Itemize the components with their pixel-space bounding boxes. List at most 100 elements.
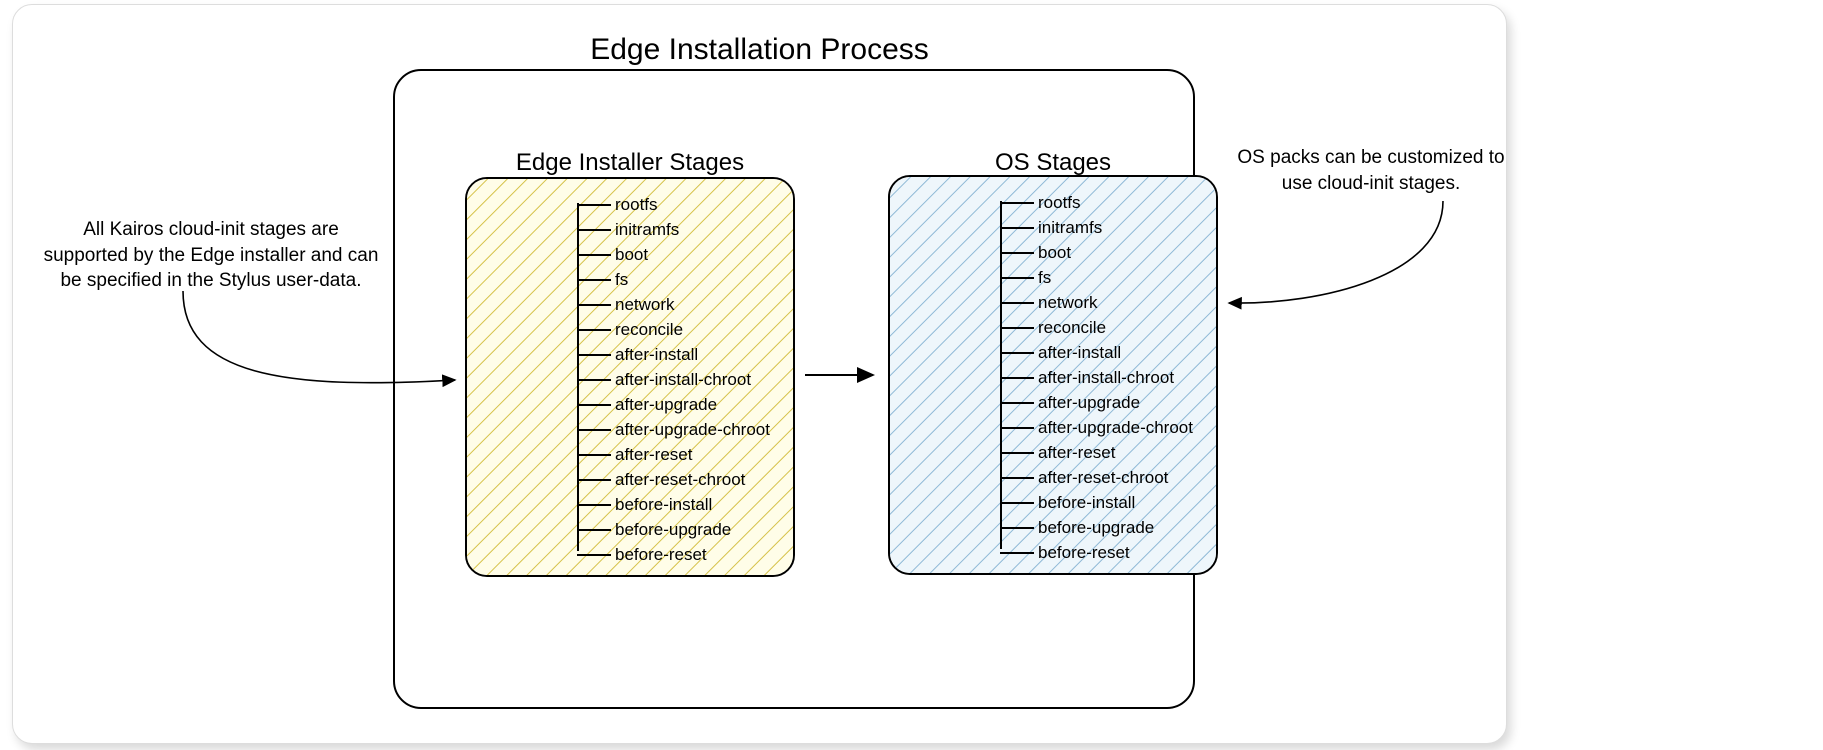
stage-label: after-install-chroot [615,370,751,390]
edge-installer-stages-box: rootfs initramfs boot fs network reconcile aft… [465,177,795,577]
stage-label: reconcile [615,320,683,340]
stage-label: initramfs [1038,218,1102,238]
left-annotation: All Kairos cloud-init stages are support… [41,217,381,294]
timeline-tick [577,504,611,506]
left-annotation-arrow-icon [163,285,473,415]
right-timeline: rootfsinitramfsbootfsnetworkreconcileaft… [1000,197,1218,553]
timeline-tick [1000,427,1034,429]
stage-label: fs [615,270,628,290]
stage-row: after-reset-chroot [1000,468,1218,488]
stage-label: initramfs [615,220,679,240]
timeline-tick [577,229,611,231]
timeline-tick [577,379,611,381]
stage-label: before-upgrade [1038,518,1154,538]
stage-row: before-install [1000,493,1218,513]
stage-row: network [1000,293,1218,313]
stage-label: before-upgrade [615,520,731,540]
stage-row: after-install-chroot [577,370,795,390]
stage-row: fs [1000,268,1218,288]
timeline-tick [577,529,611,531]
stage-row: after-reset-chroot [577,470,795,490]
stage-label: network [615,295,675,315]
timeline-tick [577,354,611,356]
stage-label: before-reset [1038,543,1130,563]
stage-label: after-reset [1038,443,1115,463]
timeline-tick [1000,352,1034,354]
stage-label: before-install [1038,493,1135,513]
stage-row: network [577,295,795,315]
stage-label: boot [1038,243,1071,263]
stage-row: before-upgrade [1000,518,1218,538]
stage-row: after-install-chroot [1000,368,1218,388]
stage-label: after-upgrade [1038,393,1140,413]
diagram-card: Edge Installation Process Edge Installer… [12,4,1507,744]
stage-row: after-upgrade-chroot [1000,418,1218,438]
stage-row: fs [577,270,795,290]
left-timeline: rootfsinitramfsbootfsnetworkreconcileaft… [577,199,795,555]
stage-label: after-install [615,345,698,365]
left-box-title: Edge Installer Stages [465,149,795,177]
timeline-tick [1000,302,1034,304]
timeline-tick [1000,277,1034,279]
stage-row: rootfs [1000,193,1218,213]
stage-label: rootfs [1038,193,1081,213]
stage-label: after-upgrade-chroot [1038,418,1193,438]
timeline-tick [577,429,611,431]
stage-label: after-reset-chroot [1038,468,1168,488]
stage-label: after-upgrade-chroot [615,420,770,440]
stage-row: after-upgrade [577,395,795,415]
stage-row: before-install [577,495,795,515]
timeline-tick [577,304,611,306]
arrow-between-boxes-icon [801,360,883,390]
stage-row: before-reset [577,545,795,565]
timeline-tick [1000,227,1034,229]
right-box-title: OS Stages [888,149,1218,177]
main-title: Edge Installation Process [13,33,1506,67]
stage-label: fs [1038,268,1051,288]
stage-row: before-reset [1000,543,1218,563]
stage-label: before-reset [615,545,707,565]
os-stages-box: rootfs initramfs boot fs network reconcile aft… [888,175,1218,575]
stage-row: boot [577,245,795,265]
stage-label: boot [615,245,648,265]
stage-row: after-install [577,345,795,365]
stage-label: before-install [615,495,712,515]
timeline-tick [577,329,611,331]
timeline-tick [1000,502,1034,504]
timeline-tick [577,279,611,281]
timeline-tick [577,454,611,456]
right-annotation: OS packs can be customized to use cloud-… [1231,145,1511,196]
timeline-tick [1000,452,1034,454]
stage-row: before-upgrade [577,520,795,540]
stage-label: reconcile [1038,318,1106,338]
timeline-tick [1000,202,1034,204]
stage-row: initramfs [1000,218,1218,238]
stage-row: reconcile [1000,318,1218,338]
stage-label: rootfs [615,195,658,215]
stage-row: rootfs [577,195,795,215]
stage-label: after-reset-chroot [615,470,745,490]
timeline-tick [577,554,611,556]
stage-row: after-reset [577,445,795,465]
stage-label: after-install [1038,343,1121,363]
timeline-tick [1000,327,1034,329]
timeline-tick [577,254,611,256]
stage-row: after-install [1000,343,1218,363]
stage-row: reconcile [577,320,795,340]
timeline-tick [577,204,611,206]
stage-label: after-reset [615,445,692,465]
timeline-tick [1000,552,1034,554]
stage-row: initramfs [577,220,795,240]
stage-label: network [1038,293,1098,313]
timeline-tick [1000,477,1034,479]
stage-row: boot [1000,243,1218,263]
stage-label: after-install-chroot [1038,368,1174,388]
stage-row: after-upgrade [1000,393,1218,413]
right-annotation-arrow-icon [1213,195,1473,325]
timeline-tick [1000,402,1034,404]
timeline-tick [1000,527,1034,529]
stage-label: after-upgrade [615,395,717,415]
timeline-tick [1000,252,1034,254]
timeline-tick [577,404,611,406]
timeline-tick [1000,377,1034,379]
